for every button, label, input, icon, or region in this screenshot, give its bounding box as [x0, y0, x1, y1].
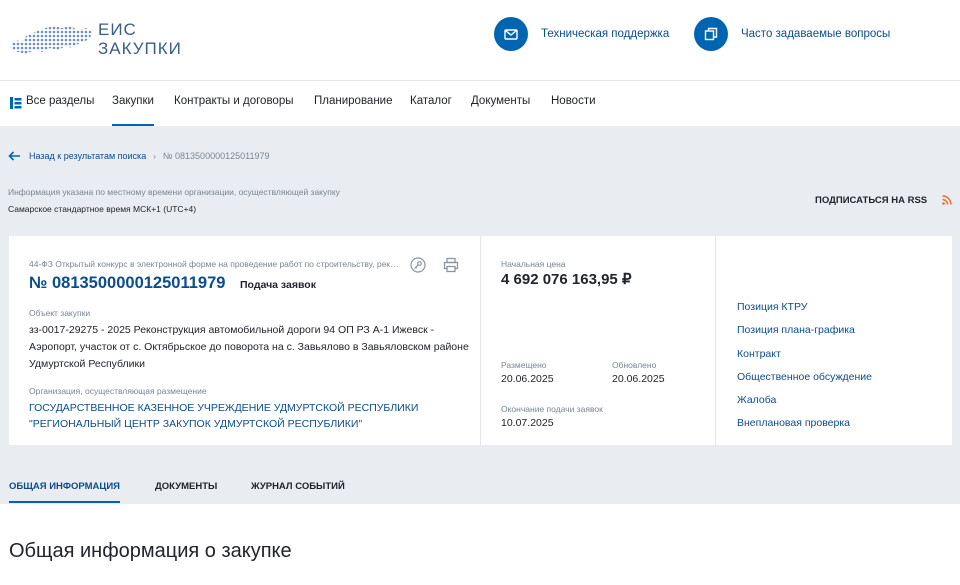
top-header: ЕИС ЗАКУПКИ Техническая поддержка Часто …	[0, 0, 960, 80]
nav-all-sections[interactable]: Все разделы	[26, 95, 94, 107]
contract-link[interactable]: Контракт	[737, 348, 781, 360]
mail-icon	[494, 17, 528, 51]
unscheduled-inspection-link[interactable]: Внеплановая проверка	[737, 417, 850, 429]
price-label: Начальная цена	[501, 259, 566, 269]
logo-text: ЕИС ЗАКУПКИ	[98, 20, 182, 58]
rss-icon[interactable]	[942, 195, 952, 205]
initial-price: 4 692 076 163,95 ₽	[501, 271, 632, 288]
plan-schedule-link[interactable]: Позиция плана-графика	[737, 324, 855, 336]
faq-link[interactable]: Часто задаваемые вопросы	[694, 17, 890, 51]
purchase-card: 44-ФЗ Открытый конкурс в электронной фор…	[9, 236, 952, 445]
related-links: Позиция КТРУ Позиция плана-графика Контр…	[716, 236, 952, 445]
organization-link[interactable]: ГОСУДАРСТВЕННОЕ КАЗЕННОЕ УЧРЕЖДЕНИЕ УДМУ…	[29, 400, 469, 432]
all-sections-icon	[10, 97, 22, 109]
timezone-note: Информация указана по местному времени о…	[8, 187, 340, 197]
registry-number[interactable]: № 0813500000125011979	[29, 274, 225, 293]
eis-logo[interactable]: ЕИС ЗАКУПКИ	[8, 20, 188, 60]
organization-label: Организация, осуществляющая размещение	[29, 386, 207, 396]
support-link[interactable]: Техническая поддержка	[494, 17, 669, 51]
updated-label: Обновлено	[612, 360, 657, 370]
procurement-stage: Подача заявок	[240, 279, 316, 291]
logo-line-2: ЗАКУПКИ	[98, 39, 182, 58]
complaint-link[interactable]: Жалоба	[737, 394, 776, 406]
main-nav: Все разделы Закупки Контракты и договоры…	[0, 80, 960, 126]
breadcrumb: Назад к результатам поиска › № 081350000…	[8, 149, 269, 163]
faq-label: Часто задаваемые вопросы	[741, 28, 891, 40]
logo-line-1: ЕИС	[98, 20, 137, 39]
deadline-date: 10.07.2025	[501, 417, 554, 429]
support-label: Техническая поддержка	[541, 28, 670, 40]
tab-event-log[interactable]: ЖУРНАЛ СОБЫТИЙ	[251, 481, 345, 492]
updated-date: 20.06.2025	[612, 373, 665, 385]
back-to-results-link[interactable]: Назад к результатам поиска	[29, 151, 146, 161]
nav-catalog[interactable]: Каталог	[410, 95, 452, 107]
key-icon[interactable]	[410, 257, 426, 273]
placed-label: Размещено	[501, 360, 547, 370]
ktru-position-link[interactable]: Позиция КТРУ	[737, 301, 807, 313]
tab-general-info[interactable]: ОБЩАЯ ИНФОРМАЦИЯ	[9, 481, 120, 503]
placed-date: 20.06.2025	[501, 373, 554, 385]
tab-documents[interactable]: ДОКУМЕНТЫ	[155, 481, 217, 492]
timezone-value: Самарское стандартное время МСК+1 (UTC+4…	[8, 204, 197, 214]
rss-subscribe-link[interactable]: ПОДПИСАТЬСЯ НА RSS	[815, 195, 927, 206]
nav-documents[interactable]: Документы	[471, 95, 530, 107]
deadline-label: Окончание подачи заявок	[501, 404, 603, 414]
arrow-left-icon[interactable]	[8, 151, 21, 161]
object-text: зз-0017-29275 - 2025 Реконструкция автом…	[29, 324, 469, 370]
purchase-price-dates: Начальная цена 4 692 076 163,95 ₽ Размещ…	[481, 236, 716, 445]
procedure-type: 44-ФЗ Открытый конкурс в электронной фор…	[29, 259, 399, 269]
nav-purchases[interactable]: Закупки	[112, 95, 154, 126]
copy-icon	[694, 17, 728, 51]
main-content: Общая информация о закупке	[0, 504, 960, 585]
public-discussion-link[interactable]: Общественное обсуждение	[737, 371, 872, 383]
nav-contracts[interactable]: Контракты и договоры	[174, 95, 294, 107]
nav-news[interactable]: Новости	[551, 95, 596, 107]
purchase-main-info: 44-ФЗ Открытый конкурс в электронной фор…	[9, 236, 481, 445]
print-icon[interactable]	[443, 257, 459, 273]
nav-planning[interactable]: Планирование	[314, 95, 392, 107]
object-label: Объект закупки	[29, 308, 91, 318]
breadcrumb-separator: ›	[153, 151, 156, 161]
russia-map-logo	[10, 26, 92, 54]
breadcrumb-current: № 0813500000125011979	[162, 151, 270, 161]
section-title: Общая информация о закупке	[9, 540, 292, 562]
